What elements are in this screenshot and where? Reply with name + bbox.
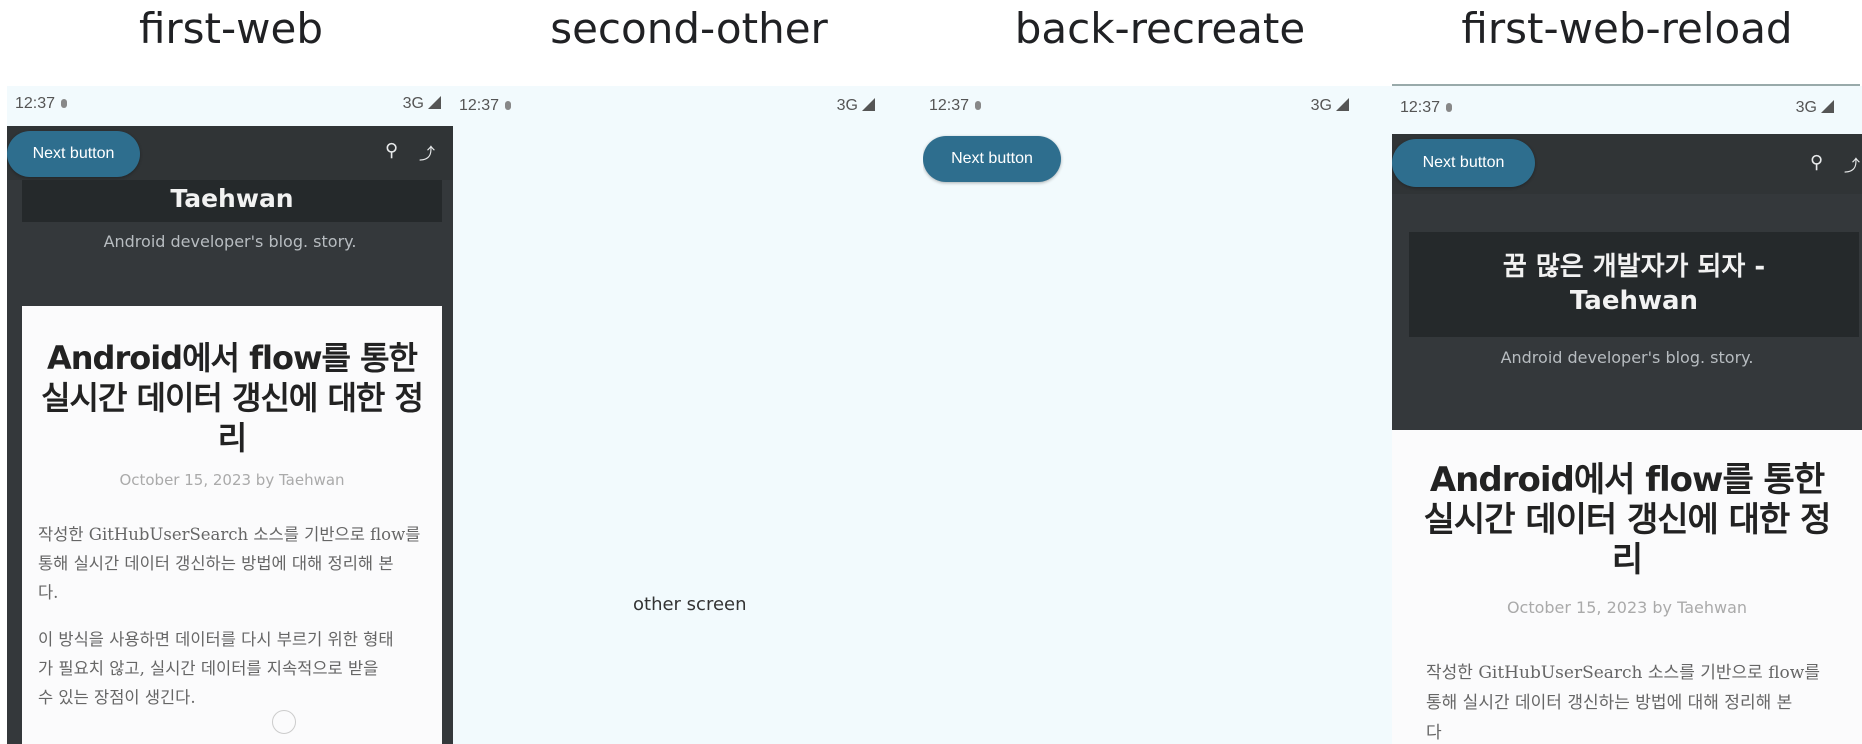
status-network: 3G [1796,99,1834,117]
body-line: 작성한 GitHubUserSearch 소스를 기반으로 flow를 [1426,663,1820,683]
panel-first-web-reload: 12:37 3G ⚲ ⤴ Next button 꿈 많은 개발자가 되자 - … [1392,86,1862,744]
post-title-line: 실시간 데이터 갱신에 대한 정 [1423,500,1832,540]
mic-icon [1446,103,1453,112]
blog-title: 꿈 많은 개발자가 되자 - Taehwan [1409,232,1859,337]
post-meta: October 15, 2023 by Taehwan [119,471,345,489]
post-body: 작성한 GitHubUserSearch 소스를 기반으로 flow를 통해 실… [38,520,438,712]
other-screen-text: other screen [633,594,747,615]
panel-back-recreate: 12:37 3G Next button [923,86,1393,744]
post-card: Android에서 flow를 통한 실시간 데이터 갱신에 대한 정 리 Oc… [1392,430,1862,744]
post-title-line: Android에서 flow를 통한 [1429,460,1825,500]
status-time: 12:37 [929,97,982,115]
panel-first-web: 12:37 3G ⚲ ⤴ Next button Taehwan Android… [7,86,453,744]
body-line: 다 [1426,723,1442,743]
search-icon[interactable]: ⚲ [385,140,398,161]
caption-first-web: first-web [138,4,324,53]
blog-tagline: Android developer's blog. story. [1500,348,1754,367]
caption-second-other: second-other [550,4,828,53]
status-bar: 12:37 3G [453,88,923,124]
post-title-line: 리 [1611,540,1643,580]
status-network: 3G [403,95,441,113]
post-title[interactable]: Android에서 flow를 통한 실시간 데이터 갱신에 대한 정 리 [1392,460,1862,580]
caption-back-recreate: back-recreate [1014,4,1306,53]
signal-icon [428,96,441,109]
status-network: 3G [1311,97,1349,115]
mic-icon [61,99,68,108]
post-card: Android에서 flow를 통한 실시간 데이터 갱신에 대한 정 리 Oc… [22,306,442,744]
status-network: 3G [837,97,875,115]
status-bar: 12:37 3G [923,88,1393,124]
mic-icon [505,101,512,110]
status-time: 12:37 [459,97,512,115]
body-line: 통해 실시간 데이터 갱신하는 방법에 대해 정리해 본 [1426,693,1793,713]
status-time: 12:37 [1400,99,1453,117]
search-icon[interactable]: ⚲ [1810,152,1823,173]
next-button[interactable]: Next button [1392,139,1535,187]
next-button[interactable]: Next button [923,136,1061,182]
post-title-line: Android에서 flow를 통한 [46,339,418,377]
touch-indicator [272,710,296,734]
signal-icon [1821,100,1834,113]
body-line: 다. [38,583,59,602]
blog-title-line: Taehwan [1569,286,1699,316]
body-line: 작성한 GitHubUserSearch 소스를 기반으로 flow를 [38,525,421,544]
body-line: 이 방식을 사용하면 데이터를 다시 부르기 위한 형태 [38,630,394,649]
next-button[interactable]: Next button [7,131,140,177]
post-body: 작성한 GitHubUserSearch 소스를 기반으로 flow를 통해 실… [1426,658,1846,744]
post-meta: October 15, 2023 by Taehwan [1506,598,1748,617]
panel-second-other: 12:37 3G other screen [453,86,923,744]
mic-icon [975,101,982,110]
status-bar: 12:37 3G [1392,90,1862,126]
blog-title: Taehwan [22,180,442,222]
signal-icon [862,98,875,111]
signal-icon [1336,98,1349,111]
body-line: 수 있는 장점이 생긴다. [38,688,196,707]
rss-icon[interactable]: ⤴ [419,140,435,164]
body-line: 가 필요치 않고, 실시간 데이터를 지속적으로 받을 [38,659,379,678]
body-line: 통해 실시간 데이터 갱신하는 방법에 대해 정리해 본 [38,554,394,573]
post-title-line: 리 [217,419,247,457]
post-title[interactable]: Android에서 flow를 통한 실시간 데이터 갱신에 대한 정 리 [22,338,442,458]
status-bar: 12:37 3G [7,86,453,122]
rss-icon[interactable]: ⤴ [1844,152,1860,176]
post-title-line: 실시간 데이터 갱신에 대한 정 [41,379,424,417]
blog-tagline: Android developer's blog. story. [103,232,357,251]
blog-title-line: 꿈 많은 개발자가 되자 - [1502,252,1766,282]
caption-first-web-reload: first-web-reload [1461,4,1793,53]
status-time: 12:37 [15,95,68,113]
